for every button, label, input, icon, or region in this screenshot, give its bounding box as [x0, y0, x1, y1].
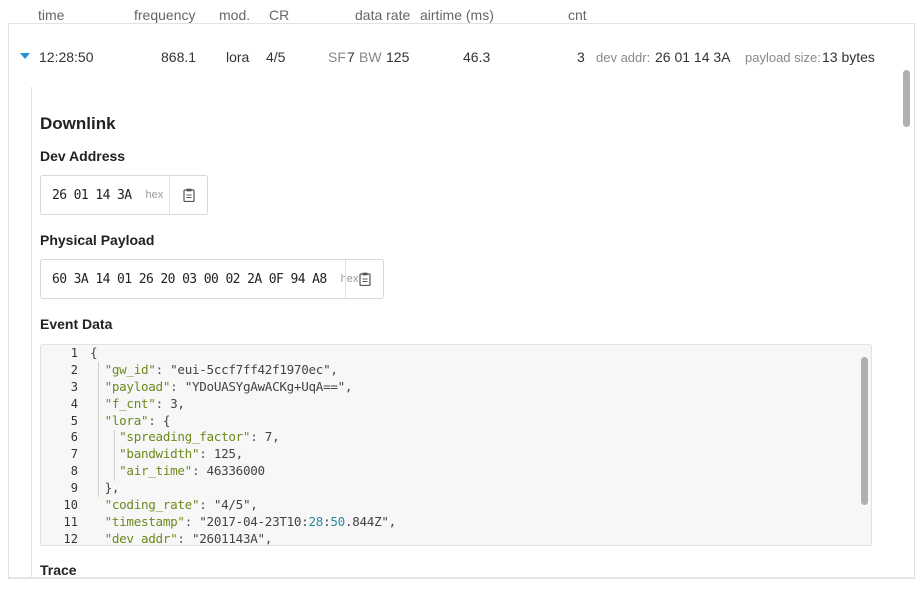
code-line: "payload": "YDoUASYgAwACKg+UqA==",	[104, 378, 353, 394]
line-number: 10	[63, 498, 78, 513]
event-data-label: Event Data	[40, 316, 113, 332]
dev-address-value[interactable]: 26 01 14 3A	[41, 188, 132, 203]
col-airtime[interactable]: airtime (ms)	[420, 7, 494, 23]
line-number: 9	[70, 481, 78, 496]
physical-payload-value[interactable]: 60 3A 14 01 26 20 03 00 02 2A 0F 94 A8	[41, 272, 327, 287]
event-data-editor[interactable]: 1 2 3 4 5 6 7 8 9 10 11 12 { "gw_id": "e…	[40, 344, 872, 546]
line-number: 6	[70, 430, 78, 445]
message-panel: 12:28:50 868.1 lora 4/5 SF 7 BW 125 46.3…	[8, 23, 915, 579]
code-line: "lora": {	[104, 412, 171, 428]
col-mod[interactable]: mod.	[219, 7, 250, 23]
line-number: 2	[70, 362, 78, 377]
line-number: 8	[70, 464, 78, 479]
msg-time: 12:28:50	[39, 49, 94, 65]
msg-sf-value: 7	[347, 49, 355, 65]
caret-down-icon[interactable]	[20, 53, 30, 59]
line-number: 3	[70, 379, 78, 394]
line-number-gutter: 1 2 3 4 5 6 7 8 9 10 11 12	[41, 345, 80, 545]
page-scrollbar[interactable]	[903, 70, 910, 127]
msg-bw-label: BW	[359, 49, 382, 65]
msg-payload-size-value: 13 bytes	[822, 49, 875, 65]
line-number: 4	[70, 396, 78, 411]
line-number: 5	[70, 413, 78, 428]
code-line: "f_cnt": 3,	[104, 395, 185, 411]
code-line: "air_time": 46336000	[119, 463, 265, 479]
detail-heading: Downlink	[40, 114, 116, 133]
copy-physical-payload-button[interactable]	[345, 260, 383, 298]
code-line: "coding_rate": "4/5",	[104, 497, 258, 513]
msg-sf-label: SF	[328, 49, 346, 65]
editor-scrollbar[interactable]	[861, 357, 868, 505]
copy-dev-address-button[interactable]	[169, 176, 207, 214]
code-line: "gw_id": "eui-5ccf7ff42f1970ec",	[104, 361, 338, 377]
code-line: },	[90, 480, 120, 496]
col-time[interactable]: time	[38, 7, 64, 23]
code-lines[interactable]: { "gw_id": "eui-5ccf7ff42f1970ec", "payl…	[90, 345, 397, 546]
dev-address-label: Dev Address	[40, 148, 126, 164]
col-cnt[interactable]: cnt	[568, 7, 587, 23]
line-number: 7	[70, 447, 78, 462]
code-line: "bandwidth": 125,	[119, 446, 243, 462]
code-line: "dev_addr": "2601143A",	[104, 530, 273, 546]
msg-frequency: 868.1	[161, 49, 197, 65]
msg-dev-addr-value: 26 01 14 3A	[655, 49, 731, 65]
code-line: "timestamp": "2017-04-23T10:28:50.844Z",	[104, 513, 397, 529]
line-number: 1	[70, 346, 78, 360]
msg-payload-size-label: payload size:	[745, 50, 821, 65]
dev-address-format: hex	[145, 189, 164, 201]
col-cr[interactable]: CR	[269, 7, 289, 23]
physical-payload-label: Physical Payload	[40, 232, 155, 248]
code-line: {	[90, 345, 98, 360]
col-frequency[interactable]: frequency	[134, 7, 195, 23]
physical-payload-field[interactable]: 60 3A 14 01 26 20 03 00 02 2A 0F 94 A8 h…	[40, 259, 384, 299]
message-row[interactable]: 12:28:50 868.1 lora 4/5 SF 7 BW 125 46.3…	[9, 24, 914, 88]
col-data-rate[interactable]: data rate	[355, 7, 410, 23]
code-line: "spreading_factor": 7,	[119, 429, 280, 445]
msg-cr: 4/5	[266, 49, 286, 65]
trace-label: Trace	[40, 562, 77, 578]
dev-address-field[interactable]: 26 01 14 3A hex	[40, 175, 208, 215]
line-number: 12	[63, 531, 78, 546]
msg-airtime: 46.3	[463, 49, 491, 65]
msg-bw-value: 125	[386, 49, 410, 65]
msg-mod: lora	[226, 49, 250, 65]
line-number: 11	[63, 514, 78, 529]
msg-dev-addr-label: dev addr:	[596, 50, 651, 65]
message-detail: Downlink Dev Address 26 01 14 3A hex Phy…	[31, 87, 898, 578]
msg-cnt: 3	[577, 49, 585, 65]
clipboard-icon	[358, 272, 371, 286]
clipboard-icon	[182, 188, 195, 202]
